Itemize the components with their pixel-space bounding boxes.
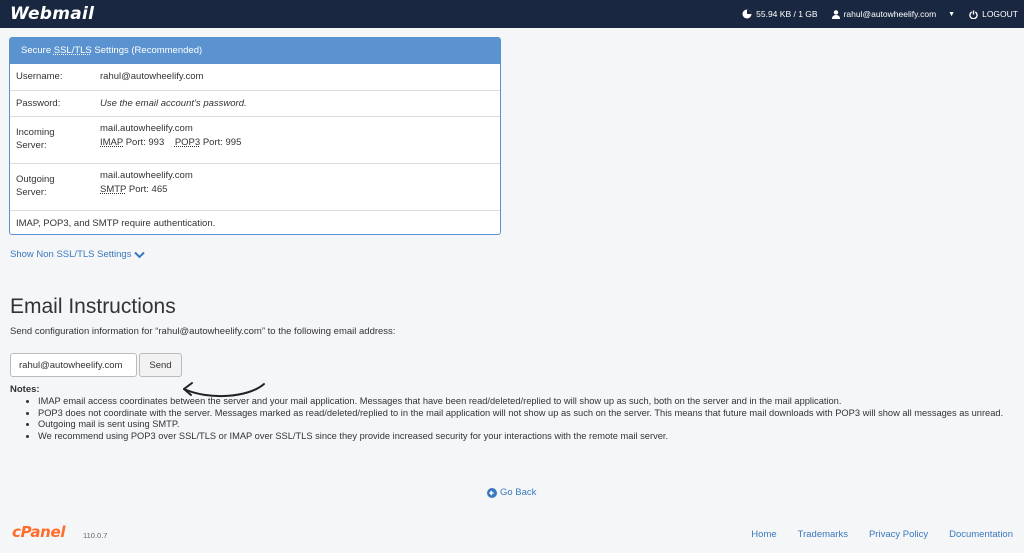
footer-link-privacy-policy[interactable]: Privacy Policy [869, 529, 928, 540]
caret-down-icon: ▼ [948, 10, 956, 18]
footer-link-home[interactable]: Home [751, 529, 776, 540]
email-address-input[interactable] [10, 353, 137, 377]
password-label: Password: [16, 98, 61, 109]
outgoing-host: mail.autowheelify.com [100, 170, 193, 181]
incoming-label: Incoming Server: [16, 127, 55, 151]
outgoing-label: Outgoing Server: [16, 174, 55, 198]
user-icon [831, 9, 840, 19]
cpanel-logo[interactable]: cPanel [12, 523, 66, 541]
secure-settings-panel: Secure SSL/TLS Settings (Recommended) Us… [9, 37, 501, 235]
user-email: rahul@autowheelify.com [843, 9, 937, 19]
ssl-tls-abbr: SSL/TLS [53, 45, 92, 56]
show-non-ssl-link[interactable]: Show Non SSL/TLS Settings [10, 249, 146, 260]
go-back-link[interactable]: Go Back [487, 487, 536, 498]
note-item: We recommend using POP3 over SSL/TLS or … [38, 431, 1016, 443]
top-navbar: Webmail 55.94 KB / 1 GB rahul@autowheeli… [0, 0, 1024, 28]
pie-chart-icon [742, 9, 752, 19]
logout-label: LOGOUT [982, 9, 1018, 19]
password-value: Use the email account’s password. [100, 98, 247, 109]
smtp-abbr: SMTP [100, 184, 127, 195]
chevron-down-icon [134, 251, 146, 258]
imap-abbr: IMAP [100, 137, 124, 148]
panel-title: Secure SSL/TLS Settings (Recommended) [10, 38, 500, 64]
incoming-server-row: Incoming Server: mail.autowheelify.com I… [10, 116, 500, 163]
logout-button[interactable]: LOGOUT [969, 9, 1018, 19]
footer-link-documentation[interactable]: Documentation [949, 529, 1013, 540]
username-row: Username: rahul@autowheelify.com [10, 64, 500, 90]
note-item: IMAP email access coordinates between th… [38, 396, 1016, 408]
auth-note-row: IMAP, POP3, and SMTP require authenticat… [10, 210, 500, 234]
arrow-left-circle-icon [487, 487, 497, 498]
note-item: POP3 does not coordinate with the server… [38, 408, 1016, 420]
password-row: Password: Use the email account’s passwo… [10, 90, 500, 116]
auth-note: IMAP, POP3, and SMTP require authenticat… [16, 218, 216, 229]
incoming-ports: IMAP Port: 993 POP3 Port: 995 [100, 137, 242, 148]
email-instructions-heading: Email Instructions [10, 295, 176, 318]
footer-link-trademarks[interactable]: Trademarks [798, 529, 848, 540]
disk-usage-text: 55.94 KB / 1 GB [756, 9, 818, 19]
webmail-logo[interactable]: Webmail [10, 4, 94, 24]
pop3-abbr: POP3 [174, 137, 201, 148]
power-icon [969, 9, 978, 19]
send-button[interactable]: Send [139, 353, 182, 377]
disk-usage[interactable]: 55.94 KB / 1 GB [742, 9, 818, 19]
user-menu[interactable]: rahul@autowheelify.com ▼ [831, 9, 956, 19]
note-item: Outgoing mail is sent using SMTP. [38, 419, 1016, 431]
outgoing-server-row: Outgoing Server: mail.autowheelify.com S… [10, 163, 500, 210]
notes-title: Notes: [10, 384, 40, 395]
notes-list: IMAP email access coordinates between th… [26, 396, 1016, 442]
outgoing-ports: SMTP Port: 465 [100, 184, 168, 195]
instructions-description: Send configuration information for “rahu… [10, 326, 396, 337]
footer-links: Home Trademarks Privacy Policy Documenta… [730, 529, 1013, 540]
incoming-host: mail.autowheelify.com [100, 123, 193, 134]
version-number: 110.0.7 [83, 531, 108, 540]
username-value: rahul@autowheelify.com [100, 71, 204, 82]
topbar-right: 55.94 KB / 1 GB rahul@autowheelify.com ▼… [728, 0, 1018, 28]
username-label: Username: [16, 71, 63, 82]
